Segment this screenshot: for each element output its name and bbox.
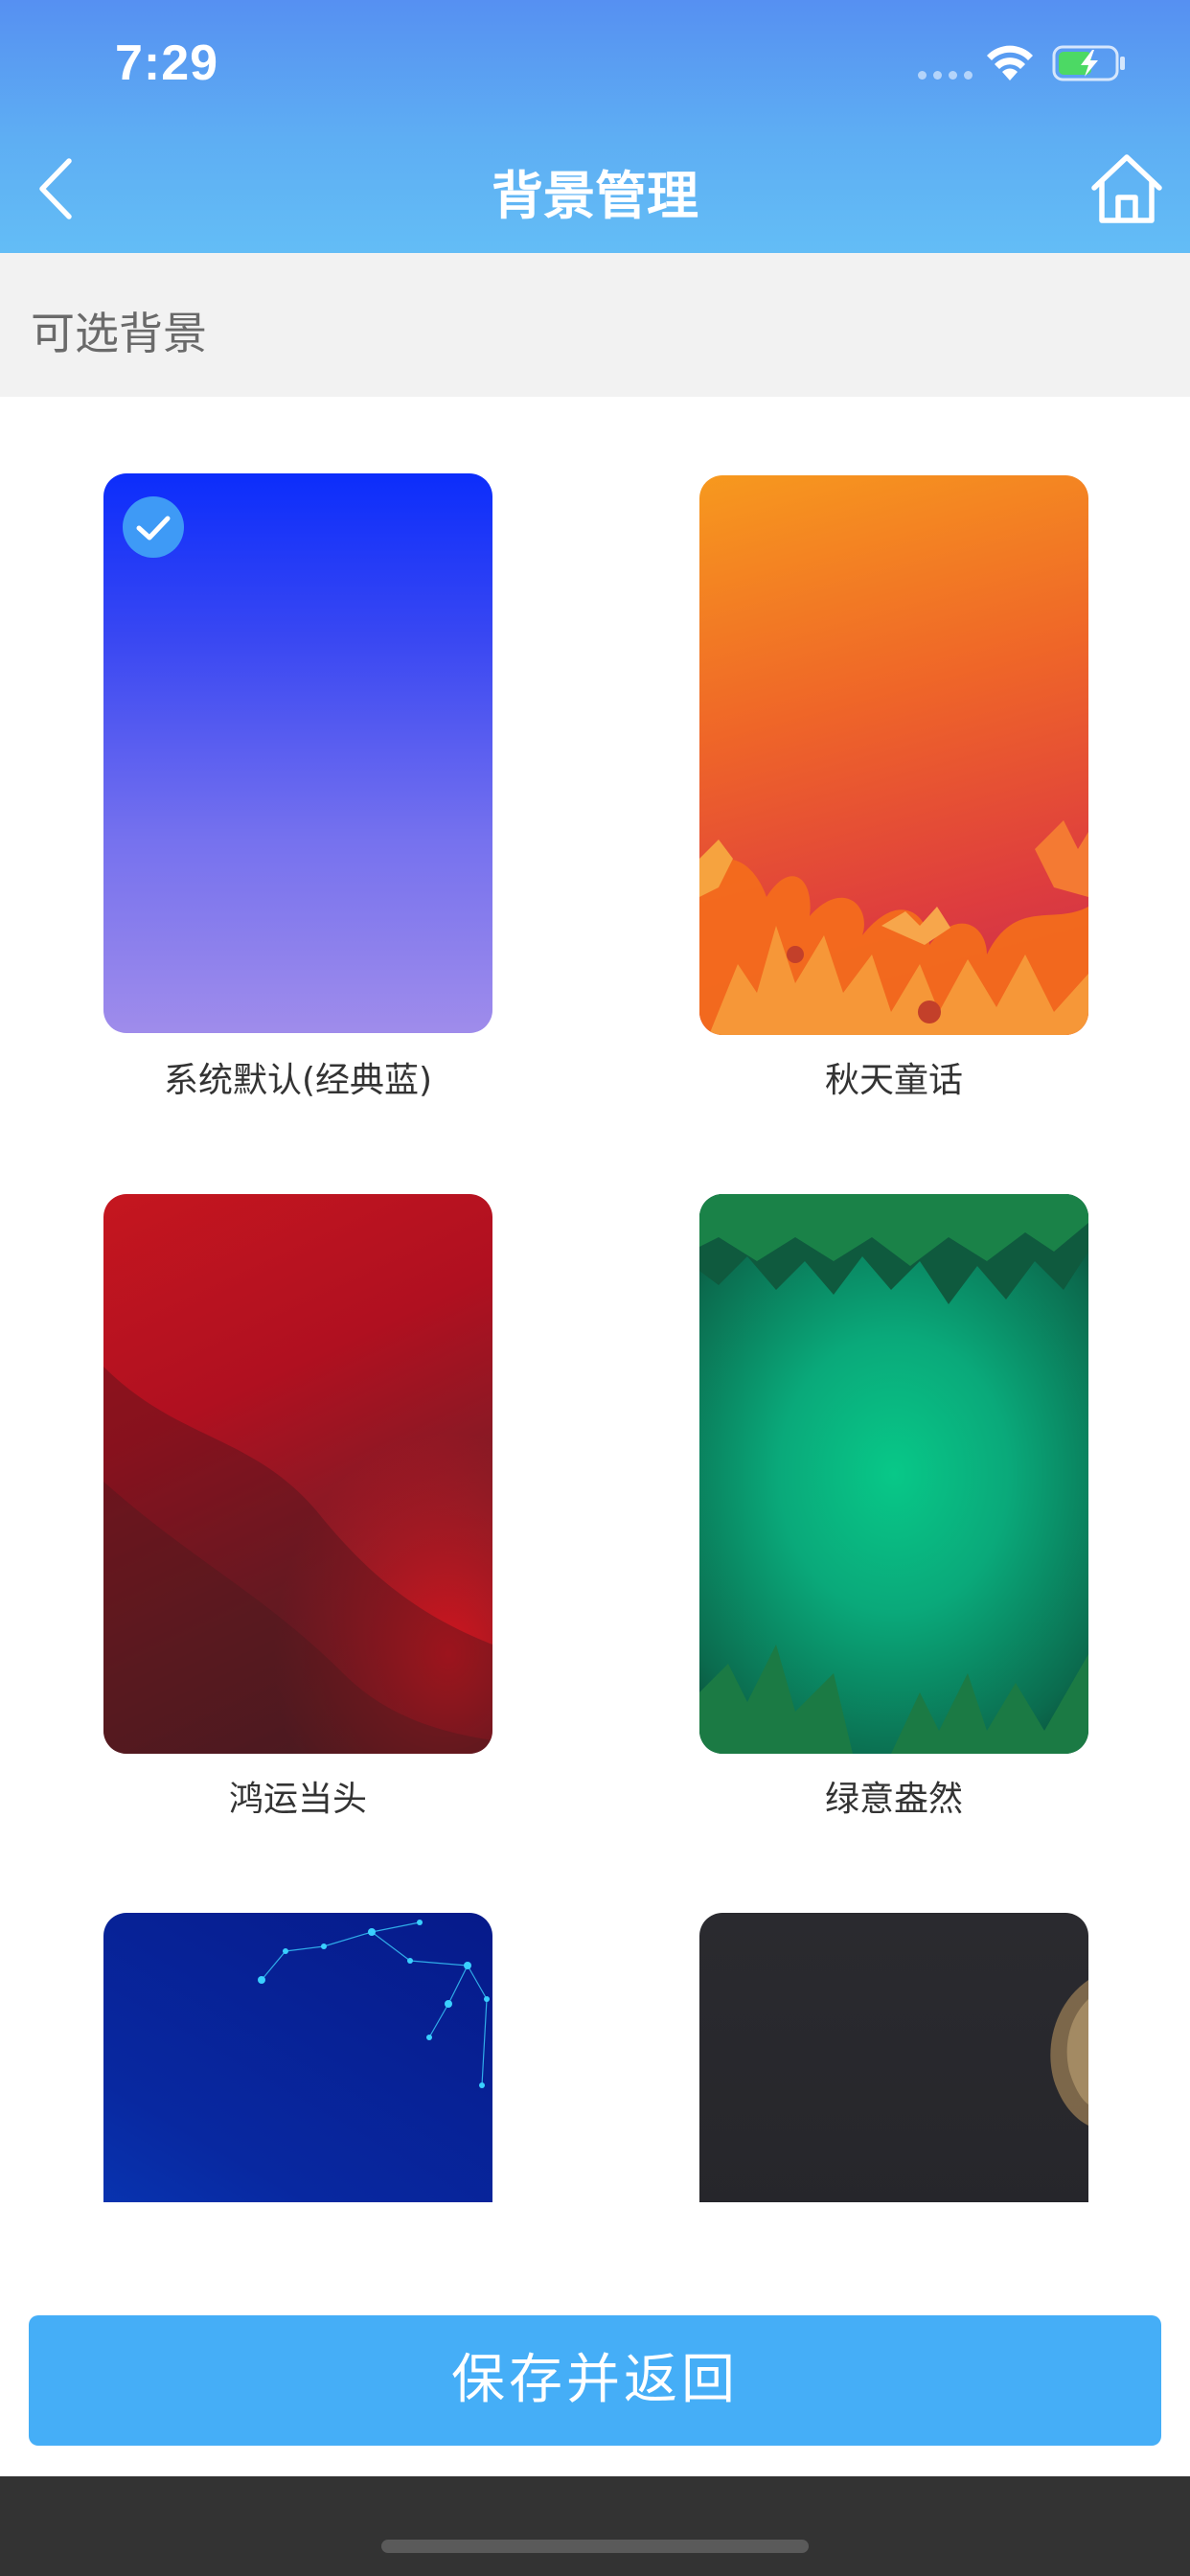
page-title: 背景管理	[492, 166, 698, 226]
background-grid[interactable]: 系统默认(经典蓝) 秋天童话 鸿运当头 绿意盎然	[0, 397, 1190, 2202]
battery-charging-icon	[1052, 45, 1125, 81]
background-card-dark[interactable]	[699, 1913, 1088, 2202]
pine-branches-decoration	[699, 1194, 1088, 1754]
background-card-tech-blue[interactable]	[103, 1913, 492, 2202]
background-card-red[interactable]	[103, 1194, 492, 1754]
background-label: 系统默认(经典蓝)	[163, 1061, 433, 1100]
autumn-leaves-decoration	[699, 820, 1088, 1035]
selected-check-icon	[123, 496, 184, 558]
cellular-signal-icon	[918, 71, 973, 80]
bottom-bar	[0, 2476, 1190, 2576]
background-card-green[interactable]	[699, 1194, 1088, 1754]
network-dots-decoration	[258, 1920, 490, 2088]
background-card-classic-blue[interactable]	[103, 473, 492, 1033]
home-icon[interactable]	[1088, 151, 1165, 226]
background-label: 绿意盎然	[824, 1780, 963, 1819]
section-header: 可选背景	[0, 253, 1190, 397]
save-and-return-button[interactable]: 保存并返回	[29, 2315, 1161, 2446]
top-header: 7:29 背景管理	[0, 0, 1190, 253]
background-label: 鸿运当头	[228, 1780, 367, 1819]
wifi-icon	[987, 45, 1033, 80]
section-title: 可选背景	[31, 308, 207, 359]
ornament-decoration	[1050, 1980, 1088, 2126]
background-management-screen: 7:29 背景管理 可选背景 系统默认(经典蓝) 秋天童话 鸿运当头 绿意盎然 …	[0, 0, 1190, 2576]
background-card-autumn[interactable]	[699, 475, 1088, 1035]
red-smoke-decoration	[103, 1367, 492, 1754]
background-label: 秋天童话	[824, 1061, 963, 1100]
home-indicator[interactable]	[381, 2540, 809, 2553]
status-time: 7:29	[115, 35, 219, 91]
